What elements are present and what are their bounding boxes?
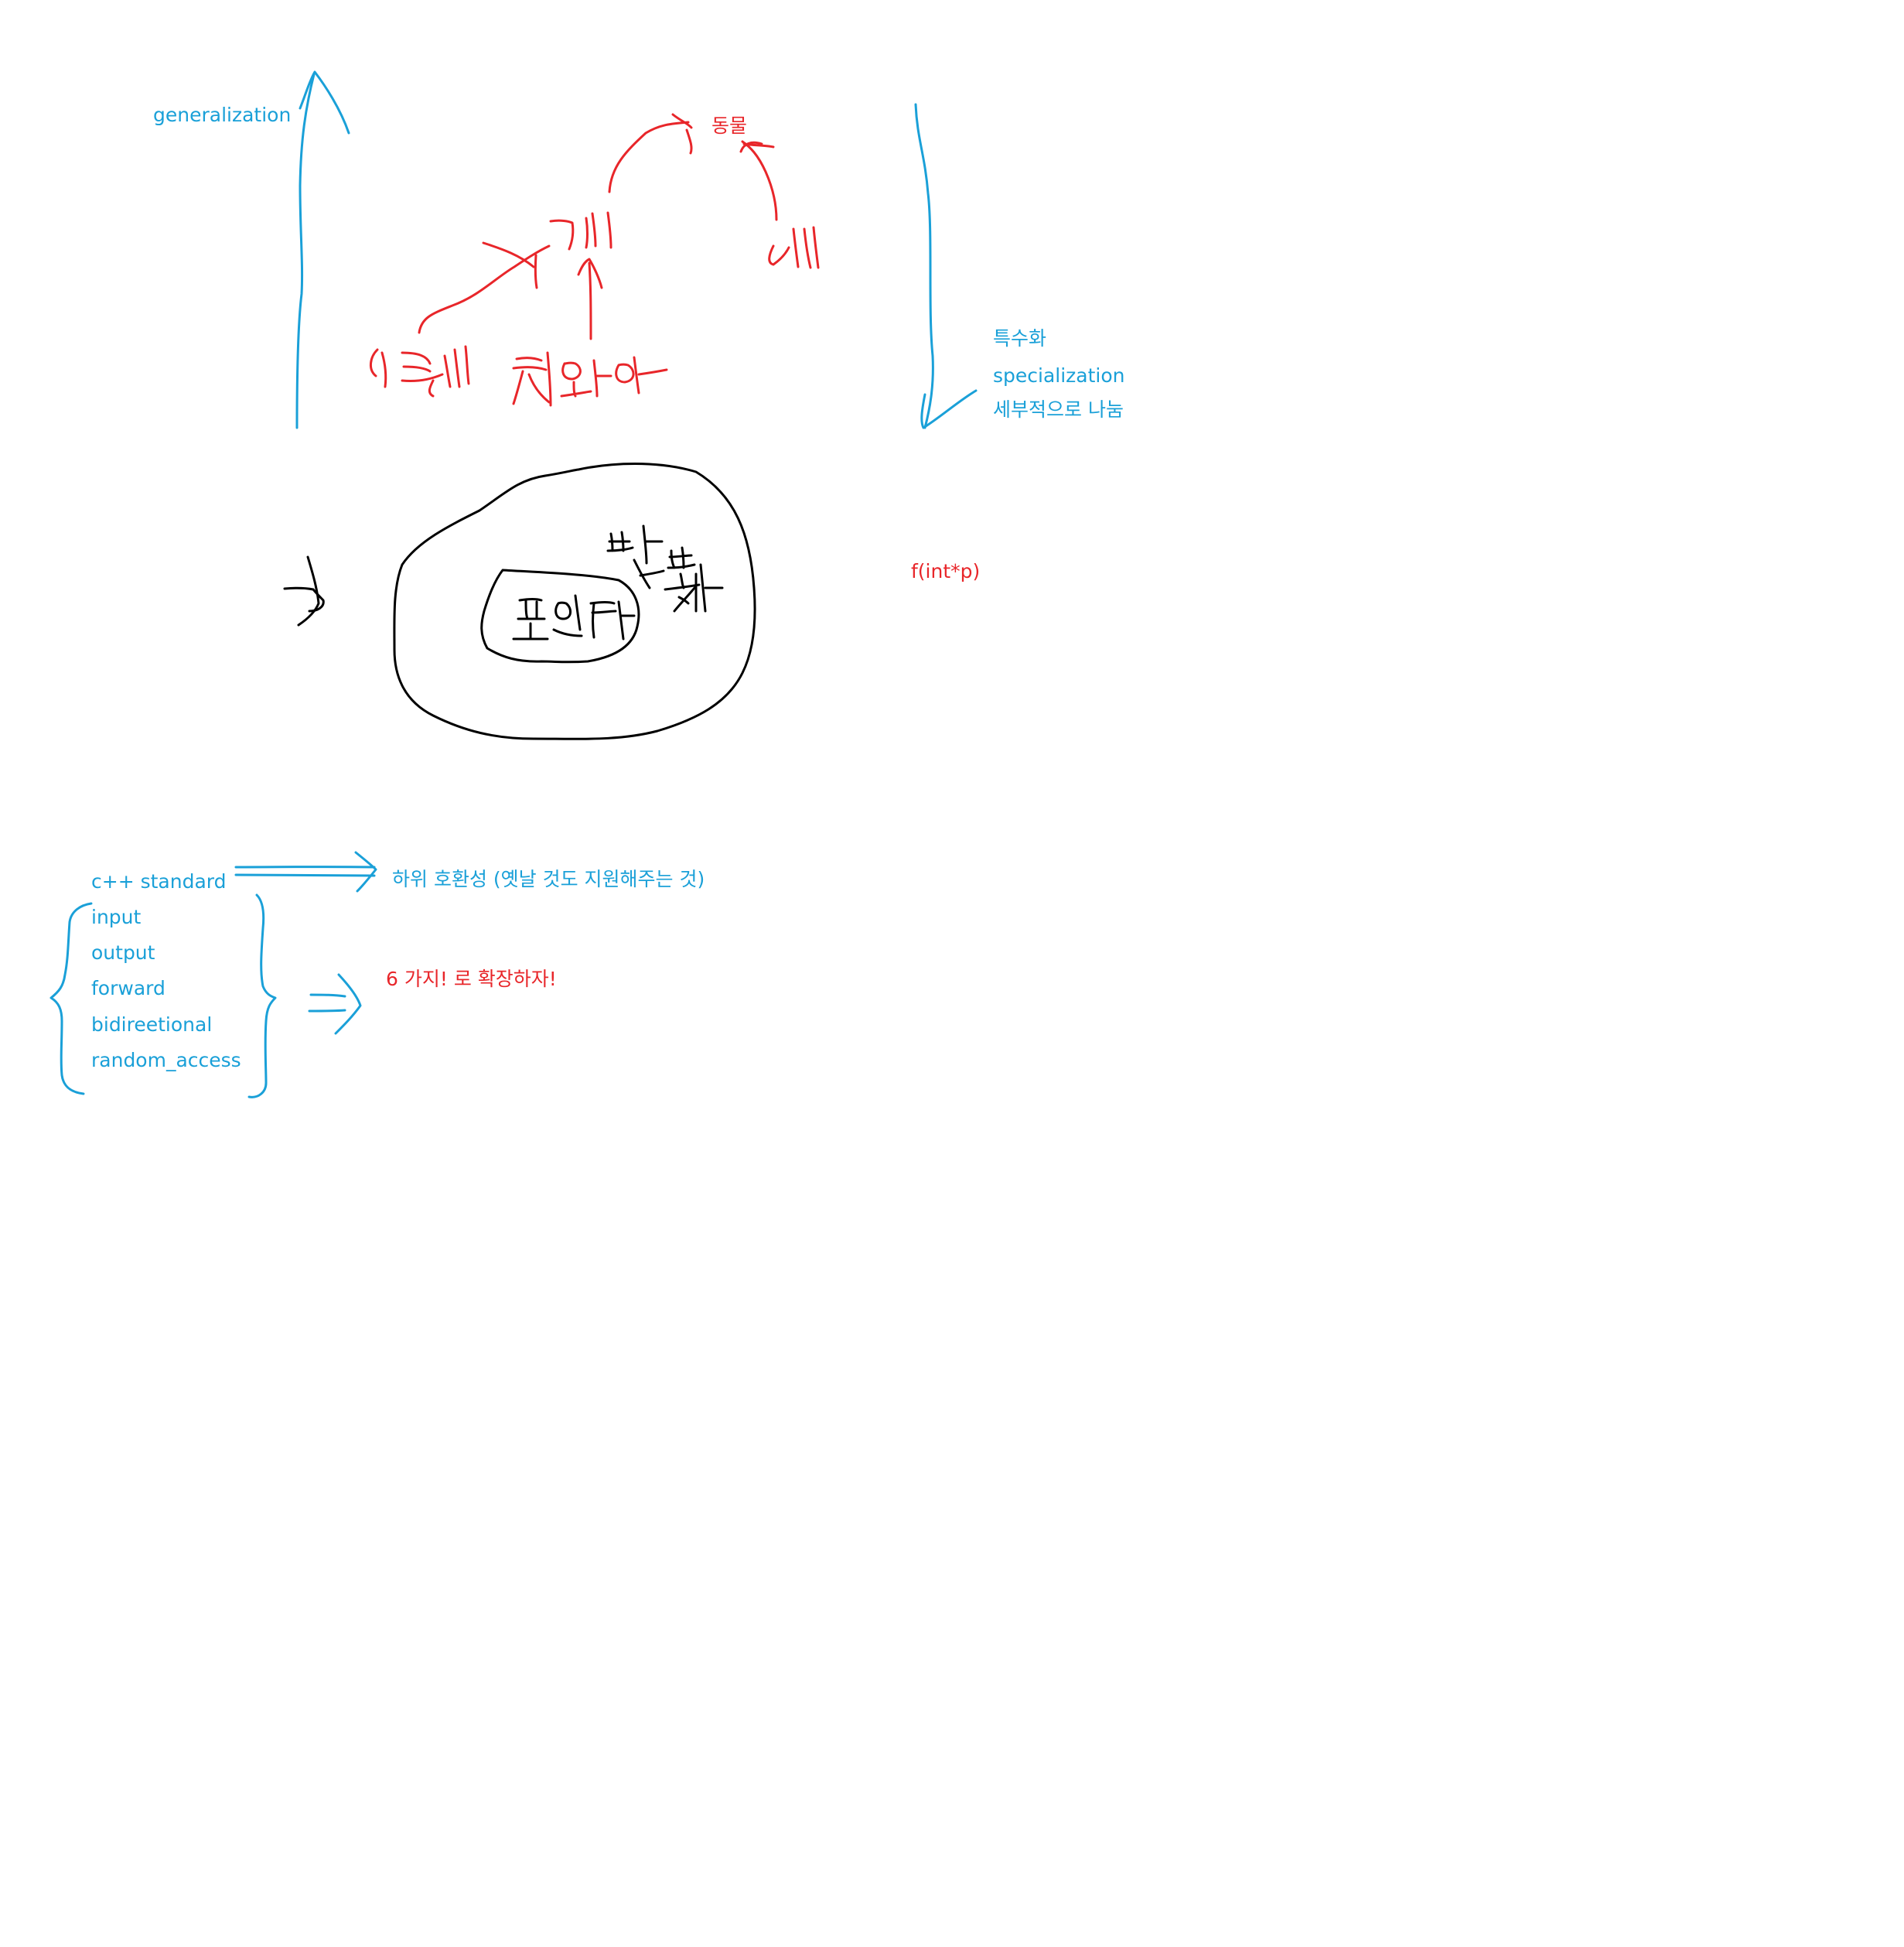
blob-pointer-arrow <box>283 555 325 627</box>
specialization-arrow <box>914 103 978 429</box>
handwritten-pointer <box>512 594 636 640</box>
iterator-category-random-access: random_access <box>91 1049 241 1071</box>
handwritten-bird <box>768 226 820 269</box>
specialization-ko-label: 특수화 <box>993 327 1047 350</box>
iterator-category-output: output <box>91 941 155 964</box>
cpp-standard-double-arrow <box>234 851 377 893</box>
right-brace <box>247 893 277 1098</box>
hierarchy-arrows <box>418 113 778 340</box>
ink-strokes <box>49 70 978 1098</box>
handwritten-dog <box>549 211 612 251</box>
iterator-set-outline <box>393 463 756 740</box>
iterator-category-input: input <box>91 906 142 928</box>
backward-compat-label: 하위 호환성 (옛날 것도 지원해주는 것) <box>392 868 705 890</box>
f-int-p-label: f(int*p) <box>911 560 981 582</box>
animal-label: 동물 <box>711 114 748 137</box>
generalization-label: generalization <box>153 104 292 126</box>
pointer-set-outline <box>480 569 640 664</box>
cpp-standard-label: c++ standard <box>91 870 227 893</box>
whiteboard-canvas: generalization 동물 특수화 specialization 세부적… <box>0 0 1904 1947</box>
extend-six-label: 6 가지! 로 확장하자! <box>386 968 557 990</box>
implies-arrow <box>308 973 362 1035</box>
specialization-note: 세부적으로 나눔 <box>993 398 1124 421</box>
left-brace <box>49 902 93 1095</box>
handwritten-iterator <box>606 524 724 613</box>
specialization-label: specialization <box>993 364 1125 387</box>
iterator-category-forward: forward <box>91 977 165 999</box>
iterator-category-bidirectional: bidireetional <box>91 1013 213 1036</box>
generalization-arrow <box>295 70 350 429</box>
handwritten-chihuahua <box>512 351 668 407</box>
handwritten-jindo <box>370 345 470 398</box>
